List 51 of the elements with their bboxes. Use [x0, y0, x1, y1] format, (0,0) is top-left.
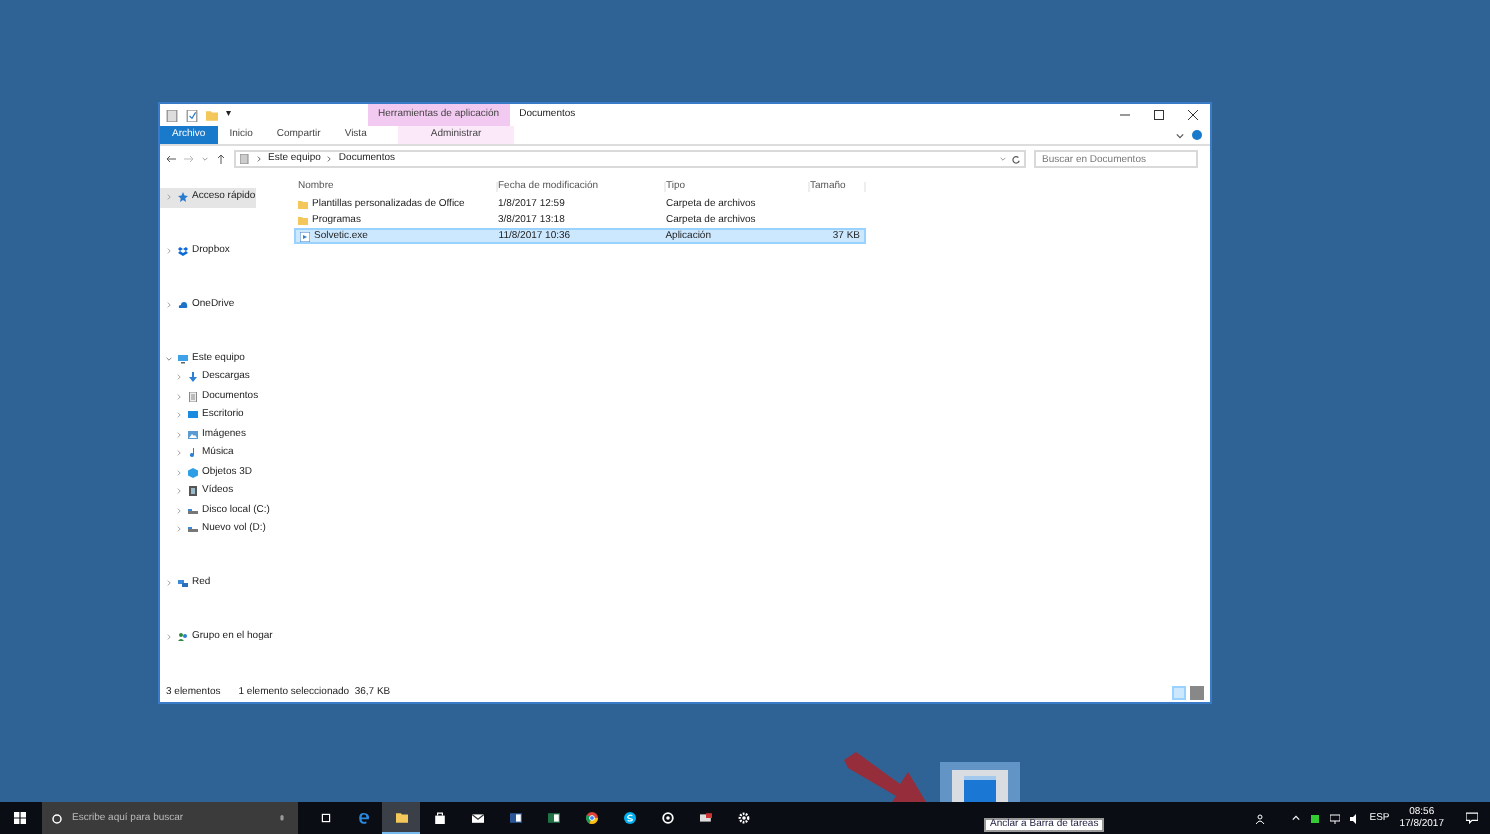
- w-document-icon: [509, 812, 521, 824]
- network-icon: [178, 578, 188, 589]
- taskbar-app-button[interactable]: [382, 802, 420, 834]
- application-icon: [300, 231, 310, 241]
- chevron-down-icon[interactable]: [1176, 132, 1184, 140]
- film-icon: [188, 486, 198, 497]
- cube-icon: [188, 467, 198, 478]
- notification-icon[interactable]: [1466, 812, 1478, 824]
- network-icon[interactable]: [1329, 813, 1340, 823]
- people-icon[interactable]: [1255, 813, 1266, 823]
- document-icon: [188, 391, 198, 402]
- dropbox-icon: [178, 246, 188, 257]
- shopping-bag-icon: [433, 812, 445, 824]
- homegroup-icon: [178, 632, 188, 643]
- computer-icon: [178, 353, 188, 364]
- refresh-icon[interactable]: [1012, 155, 1020, 163]
- chevron-up-icon[interactable]: [1291, 814, 1300, 822]
- drive-icon: [188, 524, 198, 535]
- windows-logo-icon: [13, 812, 25, 824]
- properties-icon: [166, 109, 178, 121]
- envelope-icon: [471, 812, 483, 824]
- settings-icon: [737, 812, 749, 824]
- chrome-icon: [585, 812, 597, 824]
- up-arrow-icon[interactable]: [216, 154, 226, 164]
- check-document-icon: [186, 109, 198, 121]
- back-arrow-icon[interactable]: [166, 154, 176, 164]
- chevron-down-icon[interactable]: [166, 355, 172, 362]
- circle-icon: [52, 813, 62, 823]
- minimize-icon[interactable]: [1120, 110, 1130, 120]
- folder-icon: [206, 109, 218, 121]
- large-icons-view-button[interactable]: [1190, 685, 1204, 699]
- drive-icon: [188, 505, 198, 516]
- s-logo-icon: [623, 812, 635, 824]
- computer-icon: [240, 154, 250, 164]
- monitor-icon: [699, 812, 711, 824]
- volume-icon[interactable]: [1349, 813, 1360, 823]
- monitor-icon: [188, 410, 198, 421]
- download-icon: [188, 372, 198, 383]
- music-note-icon: [188, 448, 198, 459]
- e-logo-icon: [357, 812, 369, 824]
- maximize-icon[interactable]: [1154, 110, 1164, 120]
- picture-icon: [188, 429, 198, 440]
- ring-icon: [661, 812, 673, 824]
- task-view-icon: [319, 812, 331, 824]
- help-icon[interactable]: [1192, 130, 1202, 140]
- close-icon[interactable]: [1188, 110, 1198, 120]
- star-icon: [178, 192, 188, 203]
- folder-icon: [395, 811, 407, 823]
- x-spreadsheet-icon: [547, 812, 559, 824]
- cloud-icon: [178, 300, 188, 311]
- microphone-icon[interactable]: [278, 813, 286, 823]
